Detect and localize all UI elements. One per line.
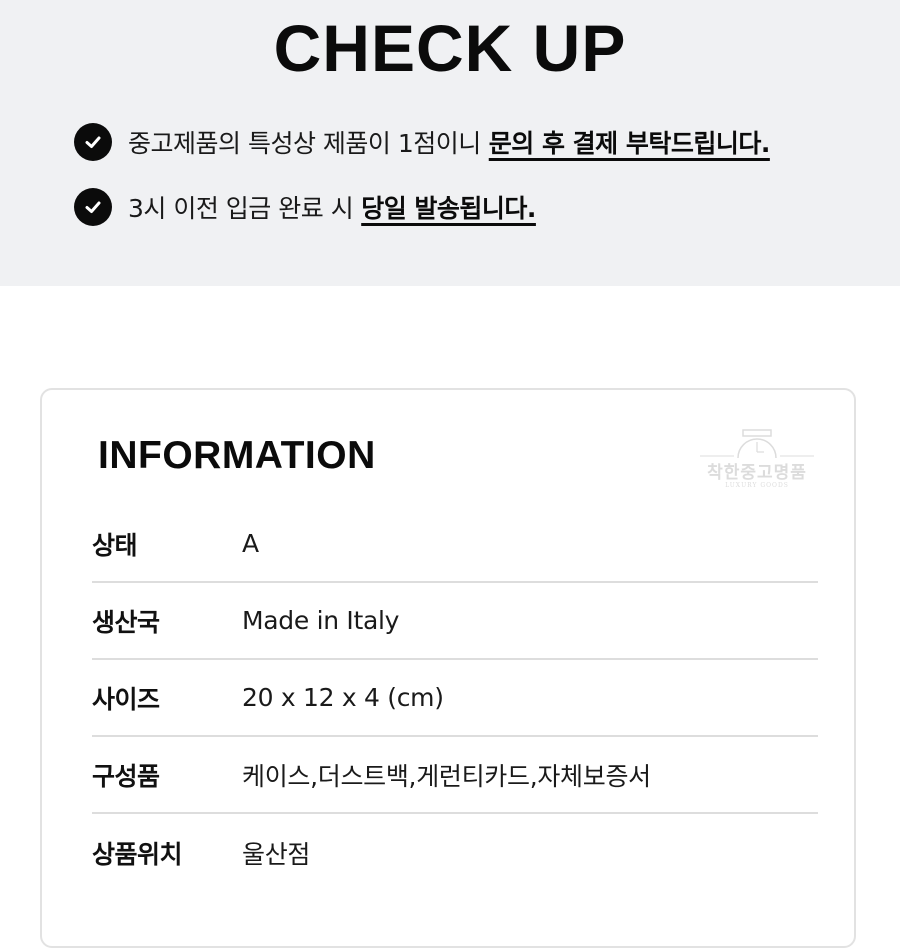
info-row: 구성품 케이스,더스트백,게런티카드,자체보증서 <box>92 737 818 814</box>
info-row: 사이즈 20 x 12 x 4 (cm) <box>92 660 818 737</box>
notice-item: 3시 이전 입금 완료 시 당일 발송됩니다. <box>74 187 536 227</box>
checkup-title: CHECK UP <box>273 11 627 85</box>
info-row: 생산국 Made in Italy <box>92 583 818 660</box>
watch-icon <box>700 429 814 458</box>
notice-item: 중고제품의 특성상 제품이 1점이니 문의 후 결제 부탁드립니다. <box>74 122 770 162</box>
check-circle-icon <box>74 188 112 226</box>
information-table: 상태 A 생산국 Made in Italy 사이즈 20 x 12 x 4 (… <box>92 506 818 891</box>
row-value: Made in Italy <box>242 606 400 635</box>
row-label: 사이즈 <box>92 684 160 714</box>
notice-emphasis: 문의 후 결제 부탁드립니다. <box>488 129 771 158</box>
information-title: INFORMATION <box>98 434 376 477</box>
watermark-text: 착한중고명품 <box>707 463 807 483</box>
row-label: 상태 <box>92 530 138 560</box>
row-value: 울산점 <box>242 839 311 869</box>
info-row: 상태 A <box>92 506 818 583</box>
notice-text: 중고제품의 특성상 제품이 1점이니 <box>128 129 481 158</box>
row-label: 상품위치 <box>92 839 183 869</box>
row-value: A <box>242 529 259 558</box>
row-label: 생산국 <box>92 607 160 637</box>
info-row: 상품위치 울산점 <box>92 814 818 891</box>
row-value: 20 x 12 x 4 (cm) <box>242 683 444 712</box>
brand-watermark: 착한중고명품 LUXURY GOODS <box>698 428 816 492</box>
watermark-subtext: LUXURY GOODS <box>725 482 789 489</box>
notice-text: 3시 이전 입금 완료 시 <box>128 194 354 223</box>
row-value: 케이스,더스트백,게런티카드,자체보증서 <box>242 761 651 791</box>
notice-emphasis: 당일 발송됩니다. <box>361 194 536 223</box>
row-label: 구성품 <box>92 761 160 791</box>
check-circle-icon <box>74 123 112 161</box>
